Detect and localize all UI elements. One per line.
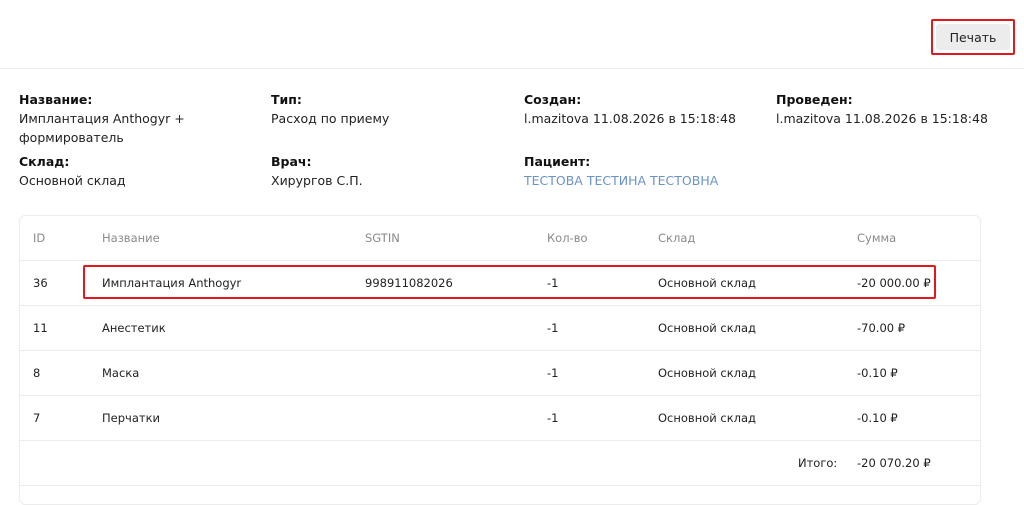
row-warehouse: Основной склад [658, 411, 757, 425]
type-value: Расход по приему [271, 111, 390, 126]
row-id: 7 [33, 411, 41, 425]
name-value-line2: формирователь [19, 130, 124, 145]
header-qty: Кол-во [547, 231, 588, 245]
table-row[interactable]: 11 Анестетик -1 Основной склад -70.00 ₽ [20, 306, 980, 351]
row-qty: -1 [547, 321, 559, 335]
posted-label: Проведен: [776, 92, 853, 107]
patient-link[interactable]: ТЕСТОВА ТЕСТИНА ТЕСТОВНА [524, 171, 718, 190]
header-warehouse: Склад [658, 231, 696, 245]
created-label: Создан: [524, 92, 582, 107]
header-id: ID [33, 231, 46, 245]
info-patient: Пациент: ТЕСТОВА ТЕСТИНА ТЕСТОВНА [524, 152, 718, 190]
row-sum: -0.10 ₽ [857, 366, 898, 380]
print-button[interactable]: Печать [936, 24, 1010, 50]
info-name: Название: Имплантация Anthogyr + формиро… [19, 90, 239, 147]
warehouse-label: Склад: [19, 154, 70, 169]
info-type: Тип: Расход по приему [271, 90, 389, 128]
row-warehouse: Основной склад [658, 321, 757, 335]
top-toolbar: Печать [0, 0, 1024, 69]
row-id: 8 [33, 366, 41, 380]
row-id: 36 [33, 276, 48, 290]
patient-label: Пациент: [524, 154, 591, 169]
total-label: Итого: [798, 456, 838, 470]
total-value: -20 070.20 ₽ [857, 456, 931, 470]
table-row[interactable]: 7 Перчатки -1 Основной склад -0.10 ₽ [20, 396, 980, 441]
table-row[interactable]: 8 Маска -1 Основной склад -0.10 ₽ [20, 351, 980, 396]
name-value-line1: Имплантация Anthogyr + [19, 111, 185, 126]
row-name: Маска [102, 366, 140, 380]
row-warehouse: Основной склад [658, 366, 757, 380]
table-row[interactable]: 36 Имплантация Anthogyr 998911082026 -1 … [20, 261, 980, 306]
posted-value: l.mazitova 11.08.2026 в 15:18:48 [776, 111, 988, 126]
row-name: Имплантация Anthogyr [102, 276, 242, 290]
row-sum: -20 000.00 ₽ [857, 276, 931, 290]
warehouse-value: Основной склад [19, 173, 126, 188]
row-qty: -1 [547, 276, 559, 290]
table-header-row: ID Название SGTIN Кол-во Склад Сумма [20, 216, 980, 261]
row-sum: -70.00 ₽ [857, 321, 906, 335]
row-name: Анестетик [102, 321, 166, 335]
info-doctor: Врач: Хирургов С.П. [271, 152, 363, 190]
row-name: Перчатки [102, 411, 160, 425]
row-warehouse: Основной склад [658, 276, 757, 290]
name-label: Название: [19, 92, 93, 107]
items-table: ID Название SGTIN Кол-во Склад Сумма 36 … [19, 215, 981, 505]
doctor-value: Хирургов С.П. [271, 173, 363, 188]
type-label: Тип: [271, 92, 302, 107]
info-created: Создан: l.mazitova 11.08.2026 в 15:18:48 [524, 90, 736, 128]
doctor-label: Врач: [271, 154, 312, 169]
row-sum: -0.10 ₽ [857, 411, 898, 425]
header-name: Название [102, 231, 160, 245]
info-warehouse: Склад: Основной склад [19, 152, 126, 190]
header-sum: Сумма [857, 231, 897, 245]
created-value: l.mazitova 11.08.2026 в 15:18:48 [524, 111, 736, 126]
header-sgtin: SGTIN [365, 231, 400, 245]
row-qty: -1 [547, 411, 559, 425]
row-id: 11 [33, 321, 48, 335]
print-button-highlight: Печать [931, 19, 1015, 55]
row-sgtin: 998911082026 [365, 276, 453, 290]
row-qty: -1 [547, 366, 559, 380]
table-total-row: Итого: -20 070.20 ₽ [20, 441, 980, 486]
info-posted: Проведен: l.mazitova 11.08.2026 в 15:18:… [776, 90, 988, 128]
